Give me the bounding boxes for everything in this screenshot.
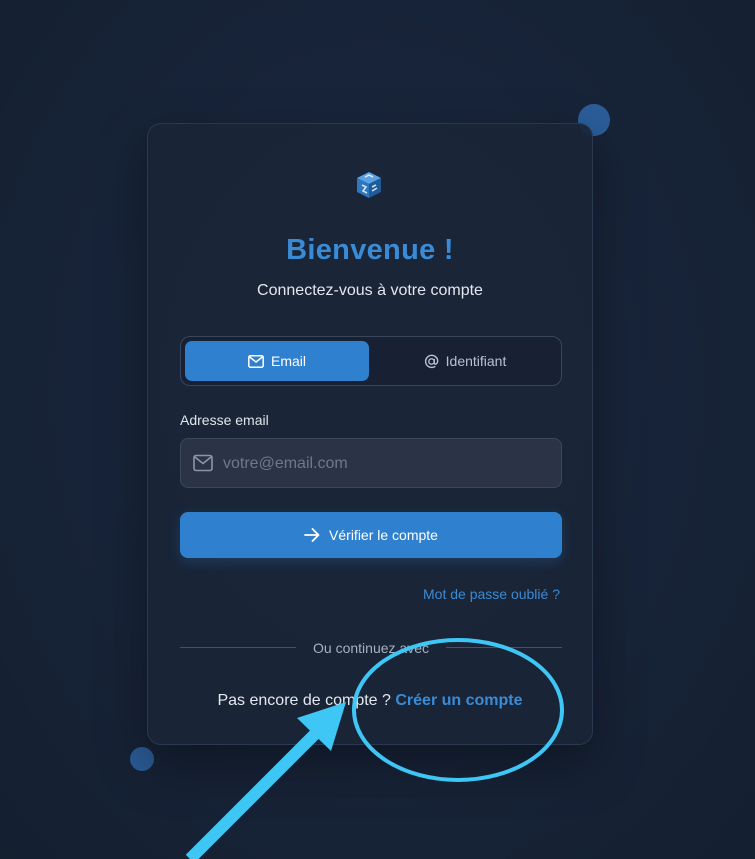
verify-account-button-label: Vérifier le compte xyxy=(329,527,438,543)
email-input[interactable] xyxy=(221,439,555,489)
page-title: Bienvenue ! xyxy=(286,234,454,266)
signup-prompt: Pas encore de compte ? xyxy=(217,692,396,709)
cube-logo-icon xyxy=(354,170,384,200)
tab-email[interactable]: Email xyxy=(185,341,369,381)
create-account-link[interactable]: Créer un compte xyxy=(395,692,522,709)
at-sign-icon xyxy=(424,354,439,368)
page-subtitle: Connectez-vous à votre compte xyxy=(257,282,483,299)
mail-icon xyxy=(193,454,213,472)
email-field-label: Adresse email xyxy=(180,412,269,428)
verify-account-button[interactable]: Vérifier le compte xyxy=(180,512,562,558)
login-card: Bienvenue ! Connectez-vous à votre compt… xyxy=(147,123,593,745)
signup-row: Pas encore de compte ? Créer un compte xyxy=(148,692,592,710)
forgot-password-link[interactable]: Mot de passe oublié ? xyxy=(423,586,560,602)
email-field xyxy=(180,438,562,489)
tab-identifiant-label: Identifiant xyxy=(445,353,507,369)
divider: Ou continuez avec xyxy=(180,638,562,658)
tab-email-label: Email xyxy=(270,353,306,369)
divider-text: Ou continuez avec xyxy=(313,640,429,656)
decorative-dot-bottom xyxy=(130,747,154,771)
tab-identifiant[interactable]: Identifiant xyxy=(373,341,557,381)
annotation-arrow-shaft xyxy=(185,726,323,859)
login-method-tabs: Email Identifiant xyxy=(180,336,562,386)
arrow-right-icon xyxy=(304,528,320,542)
mail-icon xyxy=(248,354,264,368)
